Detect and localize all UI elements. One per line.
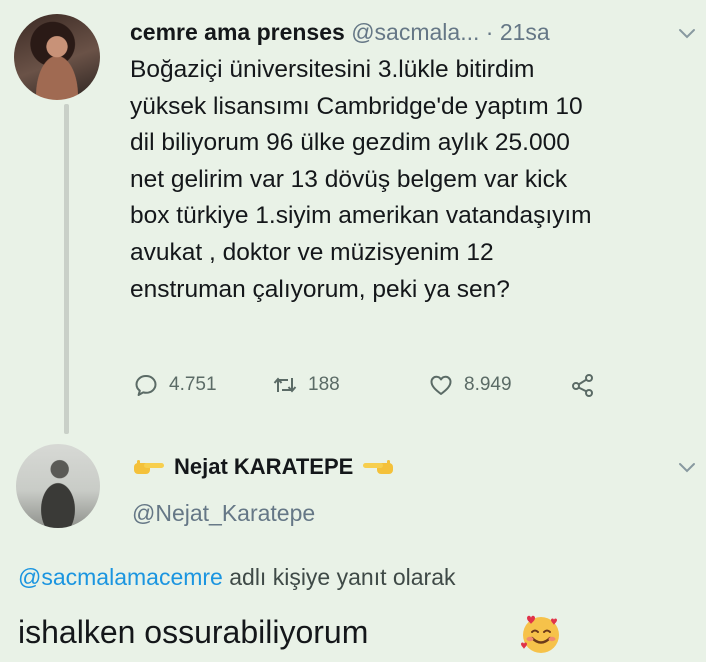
reply-author-avatar[interactable] <box>16 444 100 528</box>
chevron-down-icon[interactable] <box>676 456 698 478</box>
reply-context-text: adlı kişiye yanıt olarak <box>222 564 456 590</box>
reply-author-name[interactable]: Nejat KARATEPE <box>174 454 353 480</box>
like-count: 8.949 <box>464 374 512 395</box>
author-avatar[interactable] <box>14 14 100 100</box>
smiling-face-with-hearts-emoji <box>521 615 559 653</box>
retweet-count: 188 <box>308 374 340 395</box>
tweet-header: cemre ama prenses @sacmala... · 21sa <box>130 16 550 48</box>
tweet-text-line: avukat , doktor ve müzisyenim 12 <box>130 238 494 266</box>
retweet-button[interactable]: 188 <box>272 372 340 398</box>
thread-connector-line <box>64 104 69 434</box>
share-icon <box>572 374 593 397</box>
tweet-text-line: dil biliyorum 96 ülke gezdim aylık 25.00… <box>130 129 570 157</box>
reply-button[interactable]: 4.751 <box>133 372 217 398</box>
tweet-text-line: yüksek lisansımı Cambridge'de yaptım 10 <box>130 92 583 120</box>
reply-text: ishalken ossurabiliyorum <box>18 614 369 650</box>
tweet-text: Boğaziçi üniversitesini 3.lükle bitirdim… <box>130 52 690 308</box>
author-name[interactable]: cemre ama prenses <box>130 19 345 45</box>
tweet-text-line: Boğaziçi üniversitesini 3.lükle bitirdim <box>130 56 535 83</box>
backhand-index-pointing-right-emoji <box>134 460 164 474</box>
separator-dot: · <box>485 19 494 45</box>
mention-link[interactable]: @sacmalamacemre <box>18 564 223 590</box>
comment-bubble-icon <box>135 375 157 396</box>
reply-header: Nejat KARATEPE <box>132 454 395 480</box>
chevron-down-icon[interactable] <box>676 22 698 44</box>
reply-context: @sacmalamacemre adlı kişiye yanıt olarak <box>18 564 456 591</box>
tweet-text-line: enstruman çalıyorum, peki ya sen? <box>130 275 510 303</box>
share-button[interactable] <box>570 372 596 398</box>
tweet-text-line: box türkiye 1.siyim amerikan vatandaşıyı… <box>130 202 592 230</box>
author-handle[interactable]: @sacmala... <box>351 19 479 45</box>
backhand-index-pointing-left-emoji <box>363 460 394 474</box>
like-button[interactable]: 8.949 <box>428 372 512 398</box>
reply-author-handle[interactable]: @Nejat_Karatepe <box>132 500 315 527</box>
retweet-icon <box>273 377 297 393</box>
heart-icon <box>430 375 452 395</box>
reply-count: 4.751 <box>169 374 217 395</box>
tweet-text-line: net gelirim var 13 dövüş belgem var kick <box>130 165 568 193</box>
tweet-timestamp[interactable]: 21sa <box>500 19 550 45</box>
